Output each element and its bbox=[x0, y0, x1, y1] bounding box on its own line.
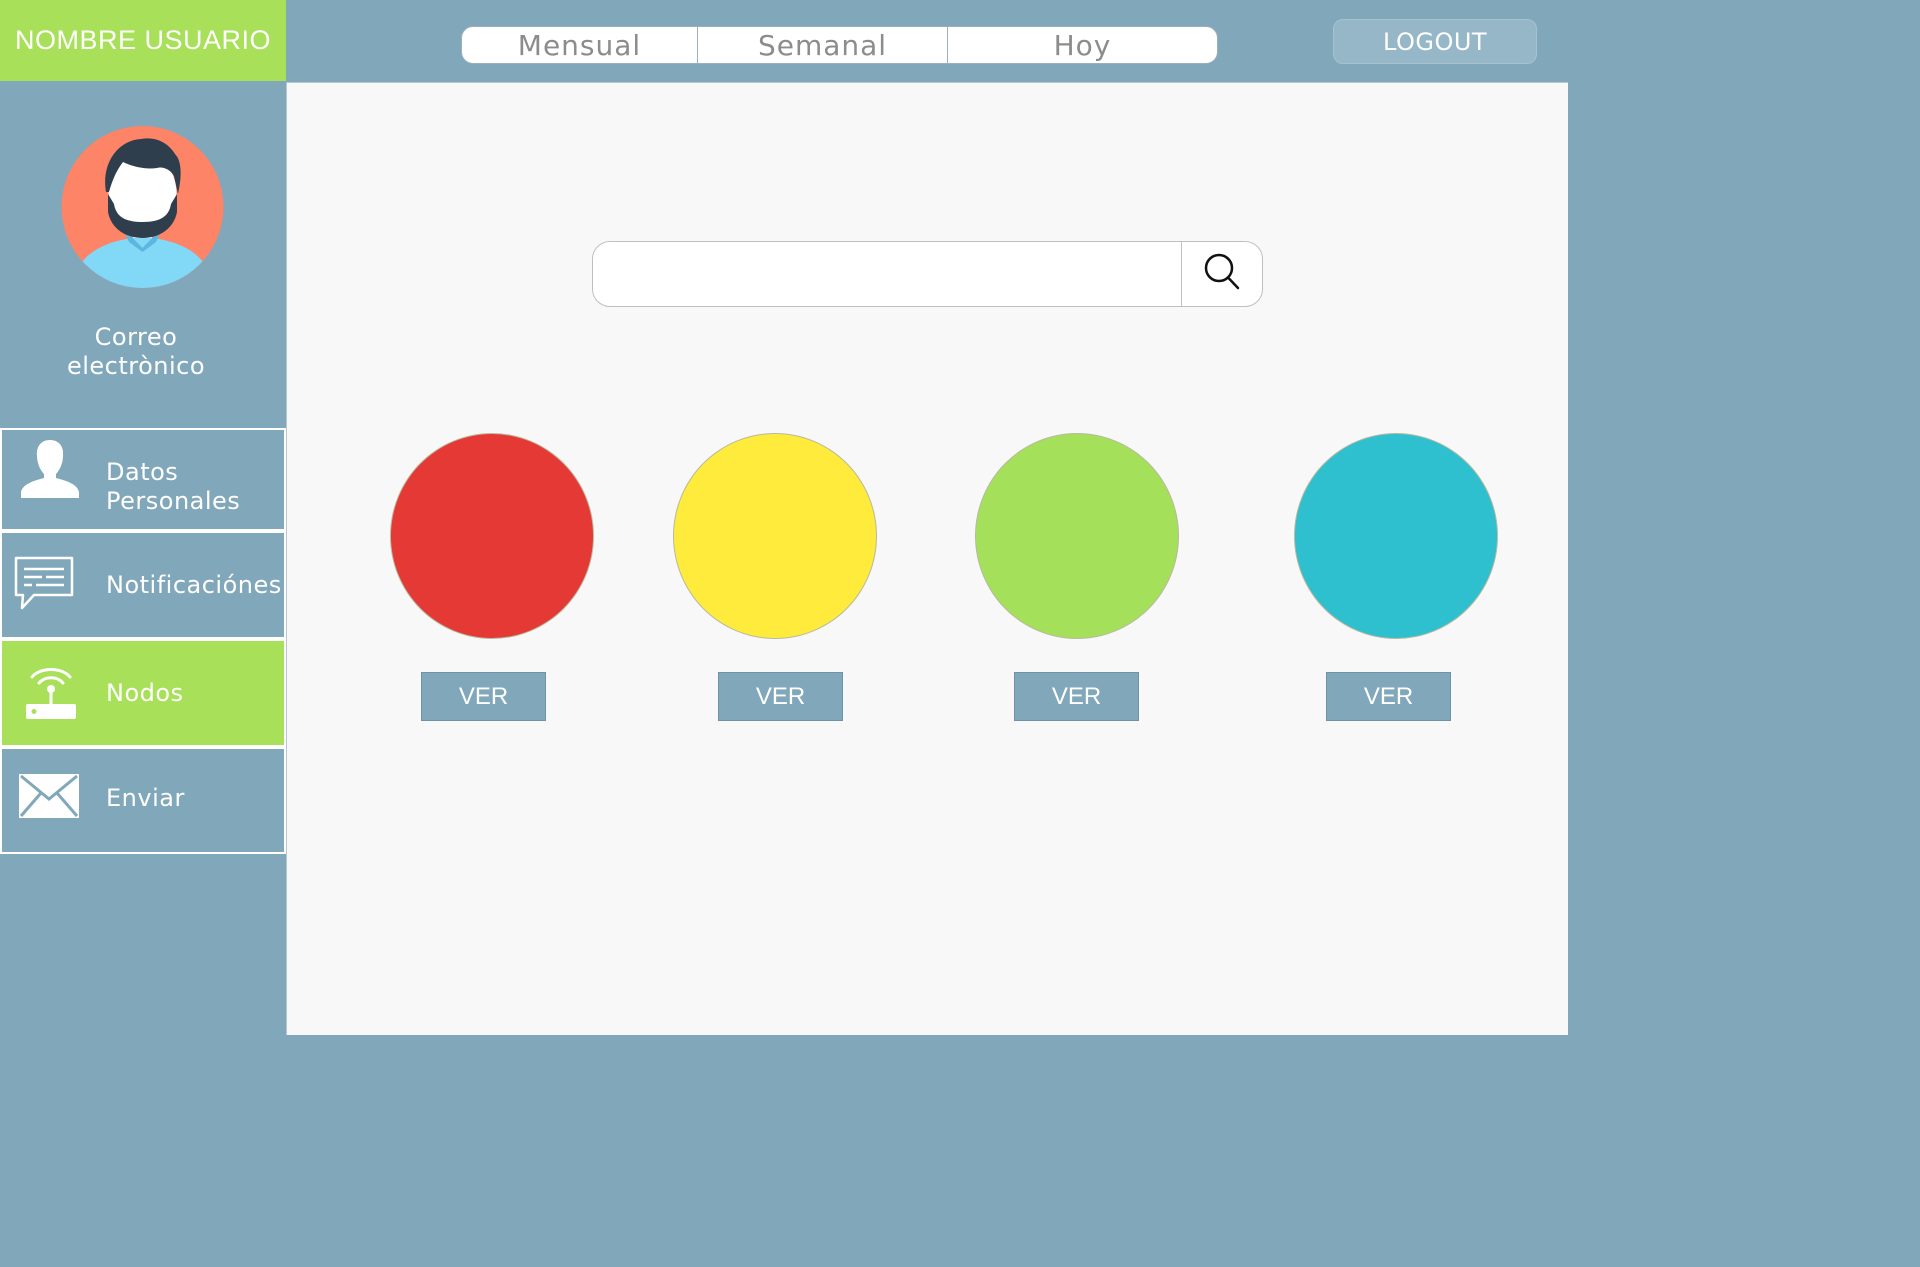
user-email-label: Correo electrònico bbox=[36, 323, 236, 381]
email-line-2: electrònico bbox=[66, 352, 206, 380]
search-input[interactable] bbox=[593, 242, 1181, 306]
sidebar-item-datos-personales[interactable]: Datos Personales bbox=[0, 428, 286, 531]
node-status-yellow bbox=[673, 433, 877, 639]
ver-button-4[interactable]: VER bbox=[1326, 672, 1451, 721]
tab-mensual[interactable]: Mensual bbox=[462, 27, 697, 63]
ver-button-3[interactable]: VER bbox=[1014, 672, 1139, 721]
router-wifi-icon bbox=[24, 659, 78, 731]
sidebar-item-label: Datos Personales bbox=[106, 458, 240, 516]
label-line-1: Datos bbox=[106, 458, 179, 486]
envelope-icon bbox=[18, 773, 80, 825]
tab-hoy[interactable]: Hoy bbox=[947, 27, 1217, 63]
search-bar bbox=[592, 241, 1263, 307]
node-status-cyan bbox=[1294, 433, 1498, 639]
label-line-2: Personales bbox=[106, 487, 241, 515]
user-avatar-icon bbox=[61, 124, 224, 290]
sidebar-item-label: Notificaciónes bbox=[106, 571, 282, 599]
sidebar-item-label: Nodos bbox=[106, 679, 184, 707]
search-icon bbox=[1203, 252, 1243, 296]
app-window: NOMBRE USUARIO Mensual Semanal Hoy LOGOU… bbox=[0, 0, 1568, 1035]
chat-icon bbox=[12, 555, 76, 617]
node-status-green bbox=[975, 433, 1179, 639]
sidebar-item-nodos[interactable]: Nodos bbox=[0, 639, 286, 747]
sidebar-item-notificaciones[interactable]: Notificaciónes bbox=[0, 531, 286, 639]
email-line-1: Correo bbox=[94, 323, 178, 351]
user-name-label: NOMBRE USUARIO bbox=[0, 0, 286, 81]
search-button[interactable] bbox=[1181, 242, 1263, 306]
main-content: VER VER VER VER bbox=[286, 82, 1568, 1035]
tab-semanal[interactable]: Semanal bbox=[697, 27, 947, 63]
sidebar-item-enviar[interactable]: Enviar bbox=[0, 747, 286, 854]
ver-button-2[interactable]: VER bbox=[718, 672, 843, 721]
logout-button[interactable]: LOGOUT bbox=[1333, 19, 1537, 64]
person-icon bbox=[19, 438, 81, 506]
ver-button-1[interactable]: VER bbox=[421, 672, 546, 721]
node-status-red bbox=[390, 433, 594, 639]
period-tabs: Mensual Semanal Hoy bbox=[461, 26, 1218, 64]
sidebar-item-label: Enviar bbox=[106, 784, 185, 812]
